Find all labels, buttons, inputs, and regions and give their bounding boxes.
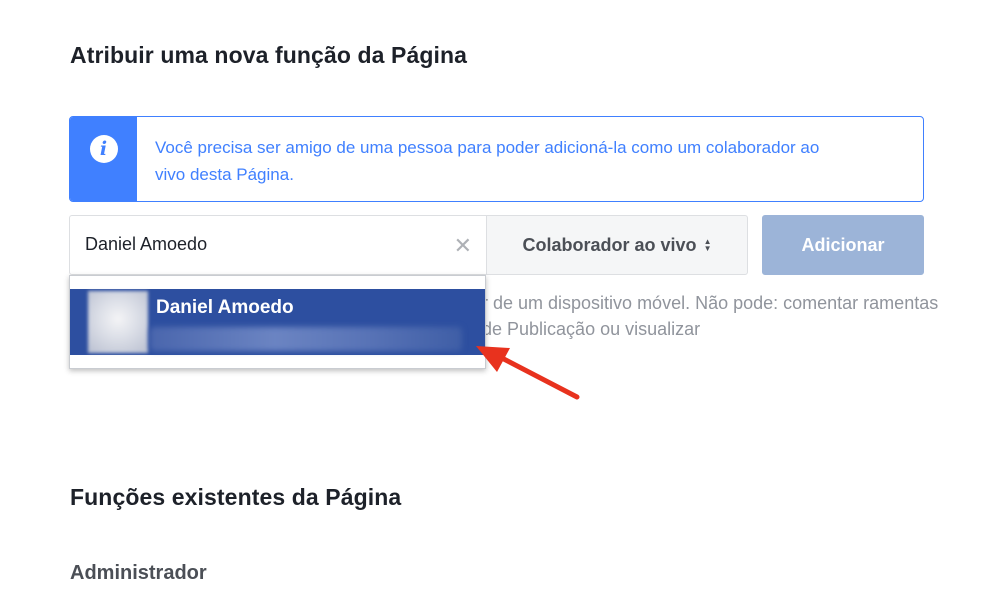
clear-icon[interactable]: ✕ — [454, 235, 472, 257]
existing-roles-title: Funções existentes da Página — [70, 484, 402, 510]
notice-icon-column: i — [70, 117, 137, 201]
person-search-input[interactable] — [85, 234, 445, 255]
role-select-label: Colaborador ao vivo — [522, 234, 697, 255]
role-select[interactable]: Colaborador ao vivo ▲ ▼ — [486, 215, 748, 275]
suggestion-item[interactable]: Daniel Amoedo — [70, 289, 485, 355]
suggestion-subtitle-blurred — [150, 327, 462, 351]
info-icon: i — [89, 135, 118, 163]
add-button[interactable]: Adicionar — [762, 215, 924, 275]
notice-text: Você precisa ser amigo de uma pessoa par… — [155, 138, 820, 184]
admin-group-label: Administrador — [70, 562, 207, 584]
avatar — [88, 291, 148, 353]
role-description: r de um dispositivo móvel. Não pode: com… — [482, 293, 939, 339]
sort-arrows-icon: ▲ ▼ — [703, 237, 712, 253]
assign-role-title: Atribuir uma nova função da Página — [70, 42, 468, 68]
suggestion-name: Daniel Amoedo — [156, 297, 294, 318]
suggestion-dropdown: Daniel Amoedo — [69, 275, 486, 369]
info-notice: i Você precisa ser amigo de uma pessoa p… — [69, 116, 924, 202]
person-search-box[interactable]: ✕ — [69, 215, 486, 275]
annotation-arrow-icon — [476, 346, 580, 400]
